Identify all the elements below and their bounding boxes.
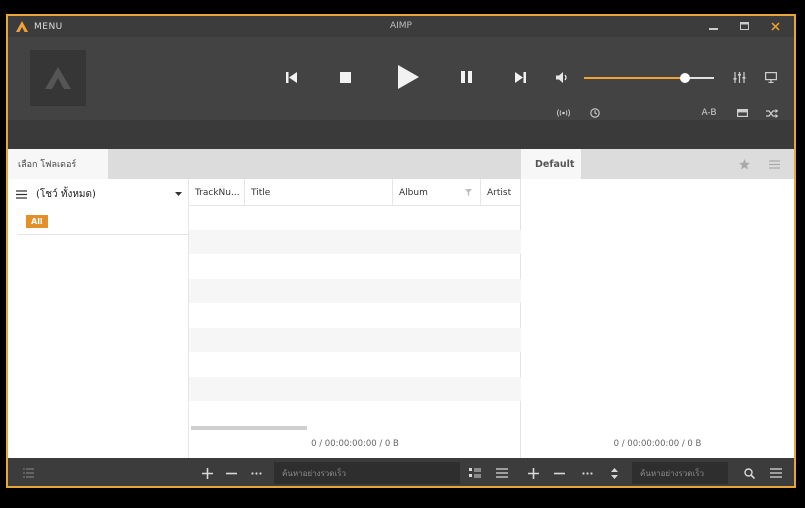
- minimize-icon: [708, 28, 718, 30]
- ab-repeat-button[interactable]: A-B: [697, 106, 721, 120]
- equalizer-button[interactable]: [730, 69, 748, 85]
- column-header-tracknumber[interactable]: TrackNu...: [189, 179, 245, 206]
- repeat-button[interactable]: [734, 106, 750, 120]
- volume-fill: [584, 77, 686, 79]
- horizontal-scrollbar[interactable]: [191, 426, 307, 430]
- folder-filter-label: (โชว์ ทั้งหมด): [36, 188, 96, 200]
- filter-icon: [465, 189, 472, 196]
- app-title: AIMP: [389, 21, 412, 31]
- content-area: (โชว์ ทั้งหมด) All TrackNu... Title Albu…: [8, 179, 794, 458]
- hamburger-icon: [768, 159, 780, 169]
- right-menu-button[interactable]: [768, 458, 784, 486]
- bottom-toolbar: ค้นหาอย่างรวดเร็ว ค้นหาอย่างรวดเร็ว: [8, 458, 794, 486]
- star-icon: [738, 158, 750, 169]
- volume-slider[interactable]: [584, 73, 714, 83]
- volume-knob[interactable]: [680, 73, 691, 83]
- repeat-icon: [736, 109, 748, 117]
- previous-button[interactable]: [282, 69, 300, 85]
- minus-icon: [553, 472, 565, 474]
- tab-folder-select[interactable]: เลือก โฟลเดอร์: [8, 149, 108, 179]
- display-button[interactable]: [762, 69, 780, 85]
- title-bar: MENU AIMP: [8, 16, 794, 37]
- shuffle-icon: [766, 108, 778, 118]
- folder-filter-select[interactable]: (โชว์ ทั้งหมด): [16, 185, 186, 203]
- playlist-more-button[interactable]: [579, 458, 595, 486]
- playlist-menu-button[interactable]: [767, 158, 781, 170]
- column-album-label: Album: [399, 187, 428, 198]
- more-icon: [250, 471, 262, 475]
- playlist-pane: 0 / 00:00:00:00 / 0 B: [521, 179, 794, 458]
- play-icon: [398, 65, 419, 89]
- volume-icon: [555, 71, 567, 83]
- table-row: [189, 279, 521, 303]
- column-header-album[interactable]: Album: [393, 179, 481, 206]
- stop-button[interactable]: [337, 69, 353, 85]
- clock-icon: [590, 108, 600, 118]
- sleep-timer-button[interactable]: [588, 106, 602, 120]
- search-input-left[interactable]: ค้นหาอย่างรวดเร็ว: [274, 462, 460, 484]
- next-button[interactable]: [511, 69, 529, 85]
- shuffle-button[interactable]: [764, 106, 780, 120]
- list-tree-icon: [22, 468, 34, 478]
- search-button[interactable]: [741, 458, 757, 486]
- tab-playlist-default[interactable]: Default: [521, 149, 581, 179]
- previous-icon: [285, 71, 297, 83]
- pause-icon: [460, 71, 472, 83]
- player-panel: A-B: [8, 37, 794, 120]
- display-icon: [765, 71, 777, 83]
- hamburger-icon: [770, 468, 782, 478]
- add-button[interactable]: [199, 458, 215, 486]
- table-header: TrackNu... Title Album Artist: [189, 179, 521, 206]
- plus-icon: [201, 467, 213, 479]
- playlist-status-text: 0 / 00:00:00:00 / 0 B: [613, 439, 702, 449]
- table-row: [189, 328, 521, 352]
- playlist-remove-button[interactable]: [551, 458, 567, 486]
- close-icon: [770, 22, 780, 31]
- chevron-down-icon: [175, 192, 182, 196]
- radio-button[interactable]: [554, 107, 572, 119]
- favorite-button[interactable]: [737, 158, 751, 170]
- more-icon: [581, 471, 593, 475]
- view-mode-button[interactable]: [467, 458, 483, 486]
- close-button[interactable]: [763, 18, 787, 35]
- toggle-list-button[interactable]: [20, 458, 36, 486]
- pause-button[interactable]: [457, 69, 475, 85]
- table-status-text: 0 / 00:00:00:00 / 0 B: [311, 439, 399, 449]
- hamburger-icon: [496, 468, 508, 478]
- sort-icon: [610, 467, 618, 479]
- minus-icon: [225, 472, 237, 474]
- maximize-icon: [739, 22, 749, 30]
- play-button[interactable]: [393, 62, 423, 92]
- folder-pane: (โชว์ ทั้งหมด) All: [8, 179, 189, 458]
- plus-icon: [527, 467, 539, 479]
- search-input-right[interactable]: ค้นหาอย่างรวดเร็ว: [632, 462, 728, 484]
- column-header-artist[interactable]: Artist: [481, 179, 521, 206]
- radio-icon: [556, 109, 570, 117]
- maximize-button[interactable]: [732, 18, 756, 35]
- equalizer-icon: [733, 71, 745, 83]
- more-button[interactable]: [248, 458, 264, 486]
- divider: [18, 234, 189, 235]
- table-row: [189, 230, 521, 254]
- aimp-logo-icon: [45, 67, 71, 89]
- hamburger-icon: [16, 189, 27, 199]
- search-icon: [743, 467, 755, 479]
- table-row: [189, 377, 521, 401]
- sort-button[interactable]: [606, 458, 622, 486]
- aimp-window: MENU AIMP A-B เลือก โฟลเดอร์ Default (โช…: [6, 14, 796, 488]
- left-menu-button[interactable]: [494, 458, 510, 486]
- remove-button[interactable]: [223, 458, 239, 486]
- track-table: TrackNu... Title Album Artist 0 / 00:00:…: [189, 179, 521, 458]
- album-cover: [30, 50, 86, 106]
- seek-bar[interactable]: [8, 120, 794, 149]
- volume-button[interactable]: [554, 70, 570, 84]
- view-list-icon: [469, 468, 481, 478]
- playlist-add-button[interactable]: [525, 458, 541, 486]
- stop-icon: [339, 71, 351, 83]
- minimize-button[interactable]: [701, 18, 725, 35]
- tabs-row: เลือก โฟลเดอร์ Default: [8, 149, 794, 179]
- column-header-title[interactable]: Title: [245, 179, 393, 206]
- next-icon: [514, 71, 526, 83]
- all-filter-badge[interactable]: All: [26, 215, 48, 228]
